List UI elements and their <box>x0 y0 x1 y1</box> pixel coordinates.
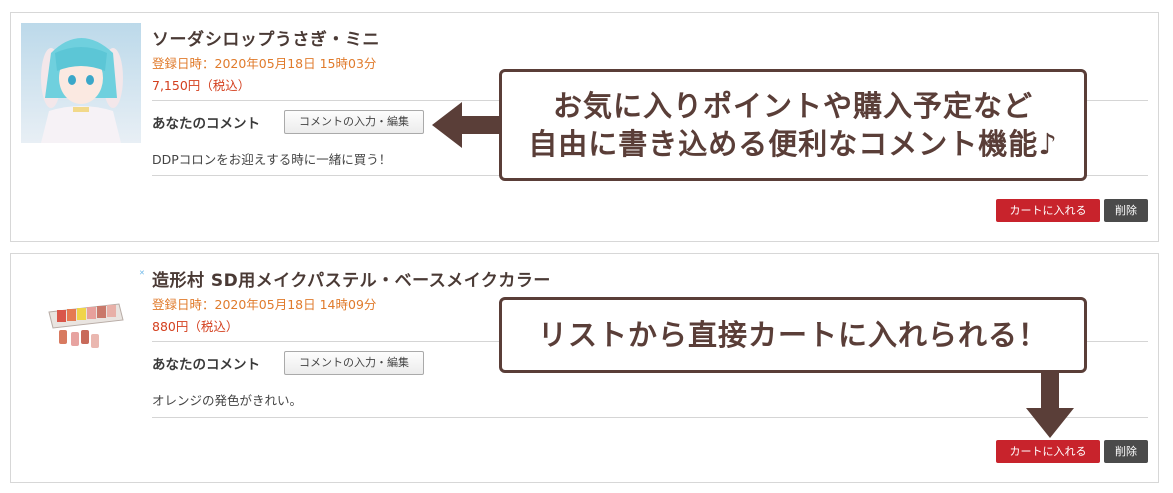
comment-text: DDPコロンをお迎えする時に一緒に買う！ <box>152 152 392 167</box>
callout-line: リストから直接カートに入れられる！ <box>537 318 1048 352</box>
product-image-pastel[interactable] <box>21 264 141 384</box>
edit-comment-button[interactable]: コメントの入力・編集 <box>284 110 424 134</box>
divider <box>152 417 1148 418</box>
registered-date: 登録日時：2020年05月18日 15時03分 <box>152 56 377 71</box>
add-to-cart-button[interactable]: カートに入れる <box>996 440 1100 463</box>
product-price: 880円（税込） <box>152 319 239 334</box>
add-to-cart-button[interactable]: カートに入れる <box>996 199 1100 222</box>
delete-button[interactable]: 削除 <box>1104 440 1148 463</box>
tiny-label-icon: ✕ <box>139 269 145 277</box>
comment-label: あなたのコメント <box>152 116 260 132</box>
left-arrow-icon <box>432 102 502 148</box>
comment-text: オレンジの発色がきれい。 <box>152 393 303 408</box>
cart-feature-callout: リストから直接カートに入れられる！ <box>499 297 1087 373</box>
comment-feature-callout: お気に入りポイントや購入予定など 自由に書き込める便利なコメント機能♪ <box>499 69 1087 181</box>
registered-date: 登録日時：2020年05月18日 14時09分 <box>152 297 377 312</box>
comment-label: あなたのコメント <box>152 357 260 373</box>
delete-button[interactable]: 削除 <box>1104 199 1148 222</box>
product-title[interactable]: 造形村 SD用メイクパステル・ベースメイクカラー <box>152 266 551 291</box>
product-image-doll[interactable] <box>21 23 141 143</box>
product-title[interactable]: ソーダシロップうさぎ・ミニ <box>152 25 380 50</box>
edit-comment-button[interactable]: コメントの入力・編集 <box>284 351 424 375</box>
callout-line: 自由に書き込める便利なコメント機能♪ <box>528 127 1058 161</box>
product-price: 7,150円（税込） <box>152 78 251 93</box>
callout-line: お気に入りポイントや購入予定など <box>552 89 1033 123</box>
down-arrow-icon <box>1026 370 1074 438</box>
